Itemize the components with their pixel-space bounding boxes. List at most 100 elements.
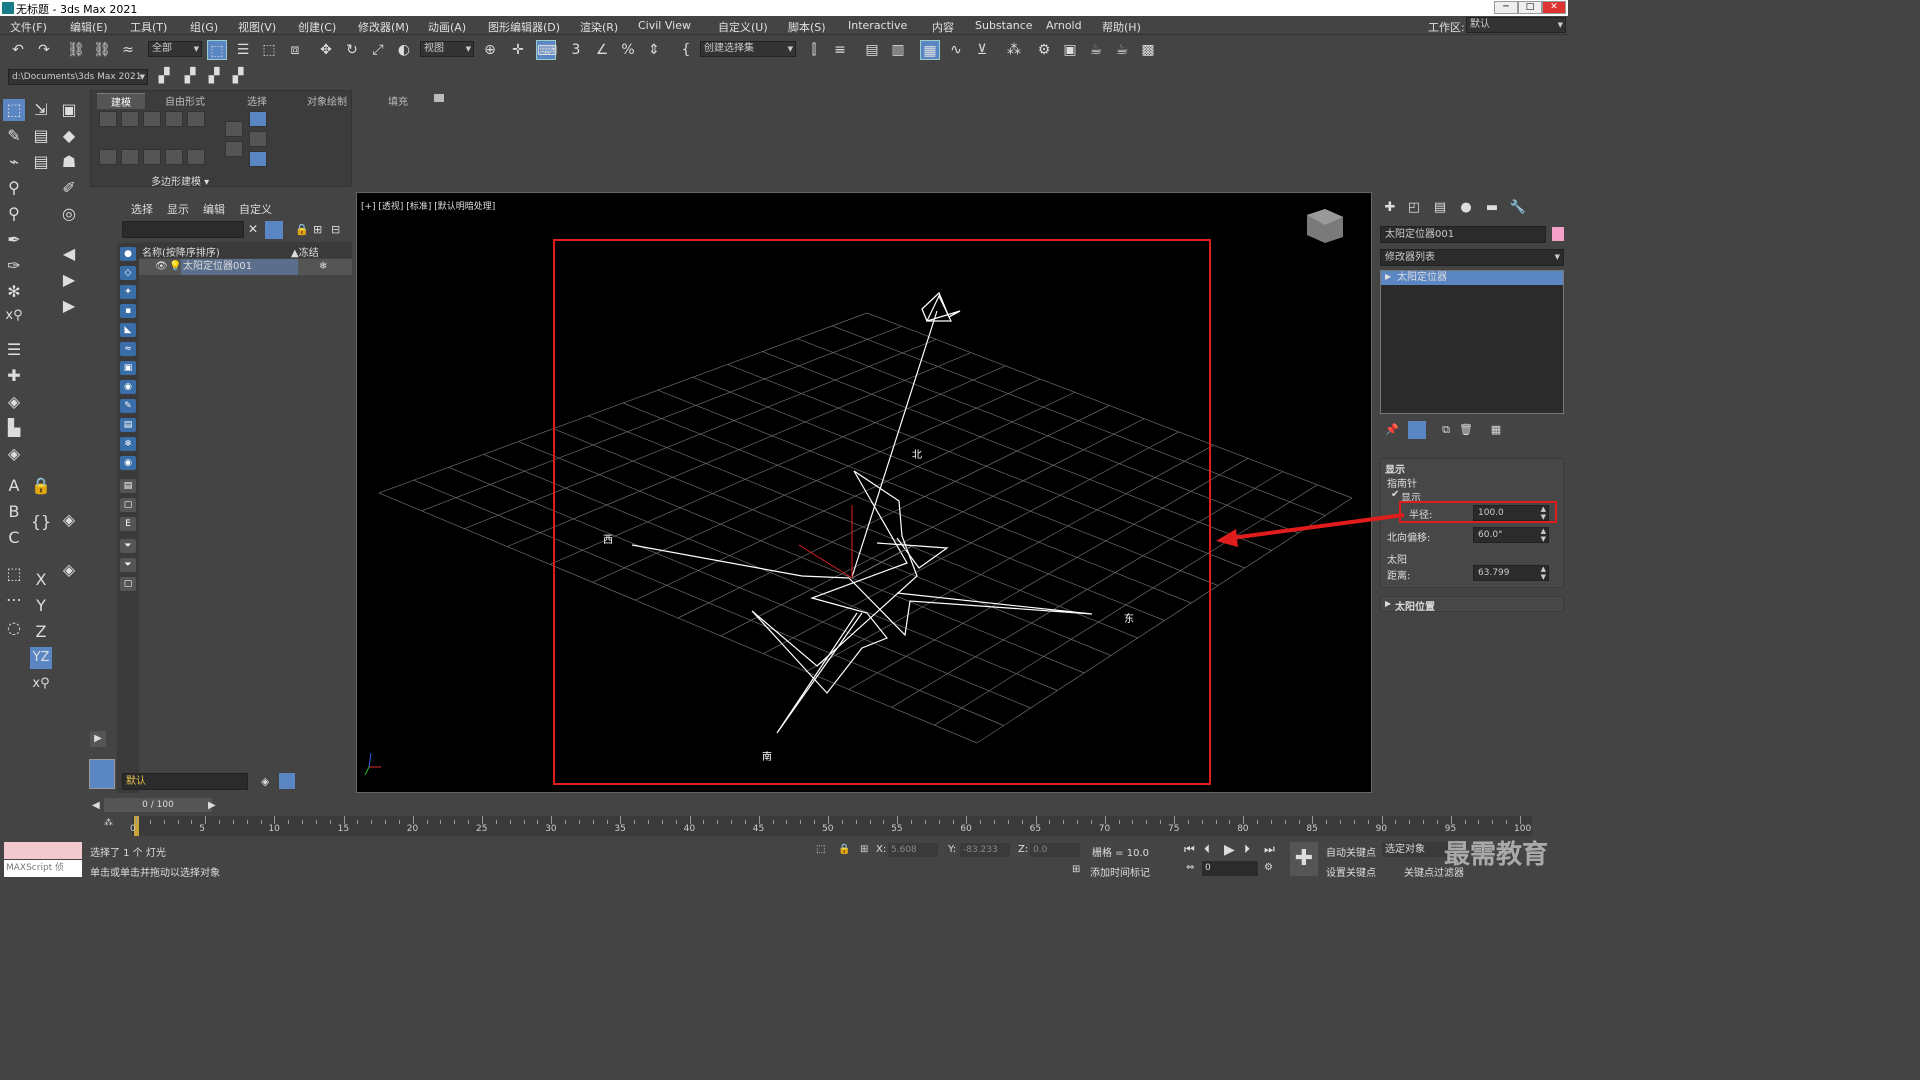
axis-y-icon[interactable]: Y bbox=[30, 595, 52, 617]
ribbon-button[interactable] bbox=[249, 151, 267, 167]
maxscript-listener-field[interactable] bbox=[4, 842, 82, 859]
pin-stack-icon[interactable]: 📌 bbox=[1382, 420, 1402, 440]
render-production-icon[interactable]: ☕ bbox=[1086, 40, 1106, 60]
select-tool-icon[interactable]: ⬚ bbox=[3, 99, 25, 121]
current-frame-field[interactable]: 0 bbox=[1202, 861, 1258, 876]
pivot-center-icon[interactable]: ⊕ bbox=[480, 40, 500, 60]
undo-icon[interactable]: ↶ bbox=[8, 40, 28, 60]
show-checkbox-icon[interactable]: ✔ bbox=[1391, 489, 1399, 500]
filter-spacewarps-icon[interactable]: ≈ bbox=[120, 342, 136, 356]
set-key-button[interactable]: 设置关键点 bbox=[1326, 864, 1376, 879]
rotate-icon[interactable]: ↻ bbox=[342, 40, 362, 60]
scene-tab-customize[interactable]: 自定义 bbox=[239, 201, 272, 217]
menu-views[interactable]: 视图(V) bbox=[238, 19, 276, 35]
scene-tab-edit[interactable]: 编辑 bbox=[203, 201, 225, 217]
ribbon-button[interactable] bbox=[187, 111, 205, 127]
key-mode-icon[interactable]: ⇔ bbox=[1186, 862, 1194, 873]
perspective-viewport[interactable]: [+] [透视] [标准] [默认明暗处理] 北 南 东 西 bbox=[356, 192, 1372, 793]
absolute-mode-icon[interactable]: ⊞ bbox=[860, 844, 868, 855]
unlink-icon[interactable]: ⛓ bbox=[92, 40, 112, 60]
rendered-frame-window-icon[interactable]: ▣ bbox=[1060, 40, 1080, 60]
add-time-tag[interactable]: 添加时间标记 bbox=[1090, 864, 1150, 879]
material-editor-icon[interactable]: ⁂ bbox=[1004, 40, 1024, 60]
expand-arrow-icon[interactable]: ▶ bbox=[1385, 272, 1391, 281]
layers-icon[interactable]: ◈ bbox=[261, 775, 269, 788]
menu-substance[interactable]: Substance bbox=[975, 19, 1033, 32]
minimize-button[interactable]: ─ bbox=[1494, 1, 1518, 14]
radius-spinner[interactable]: 100.0 ▲ ▼ bbox=[1473, 505, 1549, 521]
axis-z-icon[interactable]: Z bbox=[30, 621, 52, 643]
project-path-select[interactable]: d:\Documents\3ds Max 2021 ▼ bbox=[8, 69, 148, 85]
window-crossing-icon[interactable]: ⧈ bbox=[285, 40, 305, 60]
layer-explorer-icon[interactable]: ▥ bbox=[888, 40, 908, 60]
sync-icon[interactable]: ▢ bbox=[120, 577, 136, 591]
hide-tool-icon[interactable]: ▤ bbox=[30, 125, 52, 147]
menu-group[interactable]: 组(G) bbox=[190, 19, 218, 35]
layers-icon[interactable]: ◈ bbox=[3, 391, 25, 413]
select-by-name-icon[interactable]: ☰ bbox=[233, 40, 253, 60]
lock-icon[interactable]: 🔒 bbox=[295, 223, 309, 236]
pen-tool-icon[interactable]: ✒ bbox=[3, 229, 25, 251]
time-prev-icon[interactable]: ◀ bbox=[92, 800, 100, 811]
project-open-icon[interactable]: ▞ bbox=[180, 66, 200, 86]
filter-icon[interactable] bbox=[265, 221, 283, 239]
scene-item-name[interactable]: 太阳定位器001 bbox=[181, 259, 298, 275]
viewport-layout-icon[interactable] bbox=[89, 759, 115, 789]
ribbon-button[interactable] bbox=[143, 111, 161, 127]
keyboard-shortcut-override-icon[interactable]: ⌨ bbox=[536, 40, 557, 60]
sun-position-rollout[interactable]: ▶ 太阳位置 bbox=[1380, 596, 1564, 613]
filter-containers-icon[interactable]: ▤ bbox=[120, 418, 136, 432]
ribbon-tab-populate[interactable]: 填充 bbox=[388, 93, 408, 108]
ribbon-button[interactable] bbox=[225, 121, 243, 137]
align-icon[interactable]: ≡ bbox=[830, 40, 850, 60]
ribbon-button[interactable] bbox=[249, 111, 267, 127]
snaps-toggle-icon[interactable]: 3 bbox=[566, 40, 586, 60]
schematic-view-icon[interactable]: ⊻ bbox=[972, 40, 992, 60]
explorer-toggle-icon[interactable] bbox=[279, 773, 295, 789]
layer-toggle-icon[interactable]: ⊟ bbox=[331, 223, 340, 236]
add-layer-icon[interactable]: ✚ bbox=[3, 365, 25, 387]
project-save-icon[interactable]: ▞ bbox=[204, 66, 224, 86]
circle-select-icon[interactable]: ◌ bbox=[3, 617, 25, 639]
clear-search-icon[interactable]: ✕ bbox=[248, 222, 258, 236]
ribbon-button[interactable] bbox=[121, 149, 139, 165]
select-manipulate-icon[interactable]: ✛ bbox=[508, 40, 528, 60]
filter-helpers-icon[interactable]: ◣ bbox=[120, 323, 136, 337]
spinner-arrows-icon[interactable]: ▲ ▼ bbox=[1541, 565, 1546, 581]
select-region-icon[interactable]: ▙ bbox=[3, 417, 25, 439]
menu-civil-view[interactable]: Civil View bbox=[638, 19, 691, 32]
ribbon-button[interactable] bbox=[143, 149, 161, 165]
text-b-icon[interactable]: B bbox=[3, 501, 25, 523]
ribbon-button[interactable] bbox=[99, 111, 117, 127]
hierarchy-icon[interactable]: ⊞ bbox=[313, 223, 322, 236]
modify-tab-icon[interactable]: ◰ bbox=[1404, 198, 1424, 218]
menu-graph-editors[interactable]: 图形编辑器(D) bbox=[488, 19, 560, 35]
curve-toggle-icon[interactable]: ⁂ bbox=[104, 818, 113, 828]
display-tab-icon[interactable]: ▬ bbox=[1482, 198, 1502, 218]
x-snap-icon[interactable]: x⚲ bbox=[3, 305, 25, 327]
place-icon[interactable]: ◐ bbox=[394, 40, 414, 60]
filter-geometry-icon[interactable]: ● bbox=[120, 247, 136, 261]
show-end-result-icon[interactable] bbox=[1408, 421, 1426, 439]
distance-spinner[interactable]: 63.799 ▲ ▼ bbox=[1473, 565, 1549, 581]
axis-x-snap-icon[interactable]: x⚲ bbox=[30, 673, 52, 695]
display-all-icon[interactable]: ▤ bbox=[120, 479, 136, 493]
ribbon-tab-modeling[interactable]: 建模 bbox=[97, 93, 145, 109]
spinner-arrows-icon[interactable]: ▲ ▼ bbox=[1541, 527, 1546, 543]
play-tool-icon[interactable]: ▶ bbox=[58, 269, 80, 291]
ribbon-button[interactable] bbox=[121, 111, 139, 127]
scene-tab-select[interactable]: 选择 bbox=[131, 201, 153, 217]
stack-item[interactable]: 太阳定位器 bbox=[1381, 271, 1563, 285]
filter-funnel-2-icon[interactable]: ⏷ bbox=[120, 558, 136, 572]
selection-filter-select[interactable]: 全部 ▼ bbox=[148, 41, 202, 57]
layers-stack-icon[interactable]: ◈ bbox=[58, 509, 80, 531]
axis-x-icon[interactable]: X bbox=[30, 569, 52, 591]
menu-edit[interactable]: 编辑(E) bbox=[70, 19, 108, 35]
edit-named-selection-icon[interactable]: { bbox=[676, 40, 696, 60]
stack-icon[interactable]: ☰ bbox=[3, 339, 25, 361]
select-object-icon[interactable]: ⬚ bbox=[207, 40, 227, 60]
key-tool-icon[interactable]: ⚲ bbox=[3, 177, 25, 199]
layers-stack-2-icon[interactable]: ◈ bbox=[58, 559, 80, 581]
auto-key-button[interactable]: 自动关键点 bbox=[1326, 844, 1376, 859]
time-next-icon[interactable]: ▶ bbox=[208, 800, 216, 811]
